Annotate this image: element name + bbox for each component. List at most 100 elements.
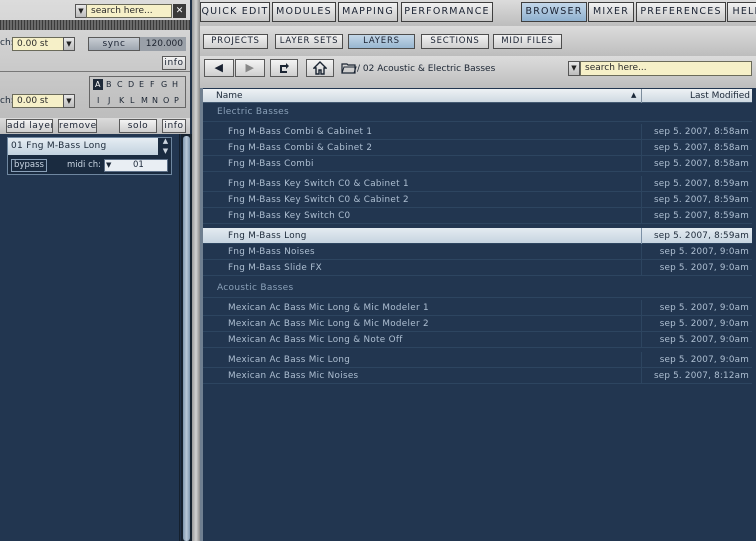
list-item[interactable]: Mexican Ac Bass Mic Long & Mic Modeler 1… — [203, 300, 752, 316]
letter-button[interactable]: K — [119, 96, 125, 105]
letter-button[interactable]: B — [106, 80, 112, 89]
letter-button[interactable]: G — [161, 80, 168, 89]
left-separator — [0, 71, 190, 72]
tune2-dropdown-icon[interactable]: ▼ — [63, 94, 75, 108]
tab-mapping[interactable]: MAPPING — [338, 2, 398, 22]
letter-button[interactable]: D — [128, 80, 135, 89]
column-divider — [641, 89, 642, 103]
list-item-divider — [641, 208, 642, 224]
list-item[interactable]: Fng M-Bass Combi & Cabinet 2 sep 5. 2007,… — [203, 140, 752, 156]
folder-icon — [341, 63, 357, 74]
list-item-name: Fng M-Bass Long — [228, 231, 307, 241]
list-item[interactable]: Fng M-Bass Long sep 5. 2007, 8:59am — [203, 228, 752, 244]
list-item[interactable]: Fng M-Bass Combi sep 5. 2007, 8:58am — [203, 156, 752, 172]
list-item-date: sep 5. 2007, 9:0am — [659, 335, 749, 345]
letter-button[interactable]: N — [152, 96, 158, 105]
list-item-divider — [641, 156, 642, 172]
forward-button[interactable]: ▶ — [235, 59, 265, 77]
tempo-display[interactable]: 120.000 — [140, 37, 186, 51]
list-item[interactable]: Mexican Ac Bass Mic Long sep 5. 2007, 9:0… — [203, 352, 752, 368]
group-header: Electric Basses — [203, 102, 752, 122]
layer-scroll-down-icon[interactable]: ▼ — [160, 147, 171, 156]
list-item[interactable]: Fng M-Bass Combi & Cabinet 1 sep 5. 2007,… — [203, 124, 752, 140]
back-button[interactable]: ◀ — [204, 59, 234, 77]
browser-search-input[interactable]: search here... — [580, 61, 752, 76]
list-item-date: sep 5. 2007, 8:59am — [653, 211, 749, 221]
list-item[interactable]: Fng M-Bass Noises sep 5. 2007, 9:0am — [203, 244, 752, 260]
letter-button[interactable]: I — [97, 96, 100, 105]
list-item[interactable]: Mexican Ac Bass Mic Long & Mic Modeler 2… — [203, 316, 752, 332]
list-item-name: Fng M-Bass Key Switch C0 — [228, 211, 351, 221]
sync-button[interactable]: sync — [88, 37, 140, 51]
list-item[interactable]: Fng M-Bass Key Switch C0 & Cabinet 2 sep … — [203, 192, 752, 208]
left-search-input[interactable]: search here... — [86, 4, 172, 18]
letter-button[interactable]: F — [150, 80, 155, 89]
midi-dropdown-icon[interactable]: ▼ — [106, 160, 111, 171]
midi-channel-value: 01 — [133, 160, 144, 170]
list-item-name: Fng M-Bass Combi — [228, 159, 314, 169]
list-item-date: sep 5. 2007, 9:0am — [659, 355, 749, 365]
tune-dropdown-icon[interactable]: ▼ — [63, 37, 75, 51]
home-button[interactable] — [306, 59, 334, 77]
subtab-sections[interactable]: SECTIONS — [421, 34, 489, 49]
tab-help[interactable]: HELP — [727, 2, 756, 22]
list-item-name: Fng M-Bass Key Switch C0 & Cabinet 1 — [228, 179, 409, 189]
list-item-date: sep 5. 2007, 8:12am — [653, 371, 749, 381]
subtab-layers[interactable]: LAYERS — [348, 34, 415, 49]
list-item[interactable]: Fng M-Bass Slide FX sep 5. 2007, 9:0am — [203, 260, 752, 276]
letter-button[interactable]: M — [141, 96, 148, 105]
solo-button[interactable]: solo — [119, 119, 157, 133]
list-item-divider — [641, 140, 642, 156]
letter-button[interactable]: E — [139, 80, 145, 89]
tab-performance[interactable]: PERFORMANCE — [401, 2, 493, 22]
browser-search-dropdown-icon[interactable]: ▼ — [568, 61, 580, 76]
letter-button[interactable]: O — [163, 96, 170, 105]
list-item-name: Mexican Ac Bass Mic Long & Mic Modeler 1 — [228, 303, 429, 313]
add-layer-button[interactable]: add layer — [6, 119, 53, 133]
refresh-button[interactable] — [270, 59, 298, 77]
subtab-layer-sets[interactable]: LAYER SETS — [275, 34, 343, 49]
tab-quick-edit[interactable]: QUICK EDIT — [200, 2, 270, 22]
letter-button[interactable]: H — [172, 80, 179, 89]
column-name[interactable]: Name — [216, 91, 243, 101]
list-item-date: sep 5. 2007, 8:59am — [653, 231, 749, 241]
list-item-date: sep 5. 2007, 9:0am — [659, 303, 749, 313]
subtab-projects[interactable]: PROJECTS — [203, 34, 268, 49]
layer-list-scrollbar-track[interactable] — [183, 136, 190, 541]
info-button-top[interactable]: info — [162, 56, 186, 70]
midi-channel-label: midi ch: — [67, 160, 102, 170]
remove-layer-button[interactable]: remove — [58, 119, 97, 133]
letter-button[interactable]: C — [117, 80, 123, 89]
column-last-modified[interactable]: Last Modified — [644, 91, 750, 101]
list-item[interactable]: Mexican Ac Bass Mic Long & Note Off sep 5… — [203, 332, 752, 348]
list-item-date: sep 5. 2007, 9:0am — [659, 319, 749, 329]
layer-list-area — [0, 134, 180, 541]
letter-button[interactable]: J — [108, 96, 111, 105]
left-header-strip — [0, 20, 190, 30]
list-item-date: sep 5. 2007, 8:58am — [653, 143, 749, 153]
close-icon[interactable]: ✕ — [173, 4, 186, 18]
bypass-button[interactable]: bypass — [11, 159, 47, 172]
tune-field[interactable]: 0.00 st — [12, 37, 64, 51]
list-item[interactable]: Fng M-Bass Key Switch C0 sep 5. 2007, 8:5… — [203, 208, 752, 224]
list-item-divider — [641, 332, 642, 348]
list-item-date: sep 5. 2007, 8:58am — [653, 159, 749, 169]
letter-button[interactable]: A — [95, 80, 101, 89]
list-item[interactable]: Mexican Ac Bass Mic Noises sep 5. 2007, 8… — [203, 368, 752, 384]
sort-icon[interactable]: ▲ — [631, 91, 636, 99]
letter-button[interactable]: P — [174, 96, 179, 105]
layer-scroll-up-icon[interactable]: ▲ — [160, 137, 171, 146]
tab-preferences[interactable]: PREFERENCES — [636, 2, 726, 22]
tab-modules[interactable]: MODULES — [272, 2, 336, 22]
tab-browser[interactable]: BROWSER — [521, 2, 587, 22]
list-item-divider — [641, 192, 642, 208]
tab-mixer[interactable]: MIXER — [588, 2, 634, 22]
letter-button[interactable]: L — [130, 96, 135, 105]
list-item[interactable]: Fng M-Bass Key Switch C0 & Cabinet 1 sep … — [203, 176, 752, 192]
list-item-divider — [641, 368, 642, 384]
list-item-divider — [641, 260, 642, 276]
breadcrumb-path[interactable]: / 02 Acoustic & Electric Basses — [357, 64, 495, 74]
subtab-midi-files[interactable]: MIDI FILES — [493, 34, 562, 49]
info-button-layer[interactable]: info — [162, 119, 186, 133]
tune2-field[interactable]: 0.00 st — [12, 94, 64, 108]
